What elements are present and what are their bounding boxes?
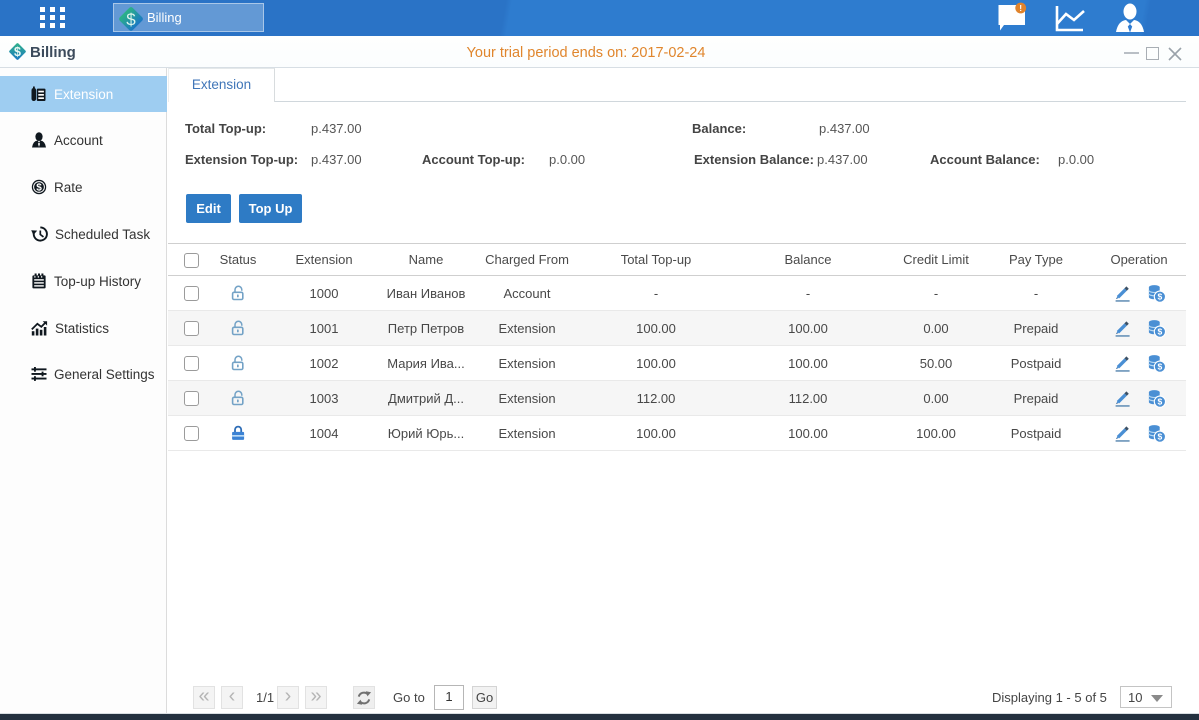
- svg-text:!: !: [1019, 3, 1022, 13]
- svg-text:$: $: [36, 183, 42, 194]
- svg-text:$: $: [126, 10, 136, 29]
